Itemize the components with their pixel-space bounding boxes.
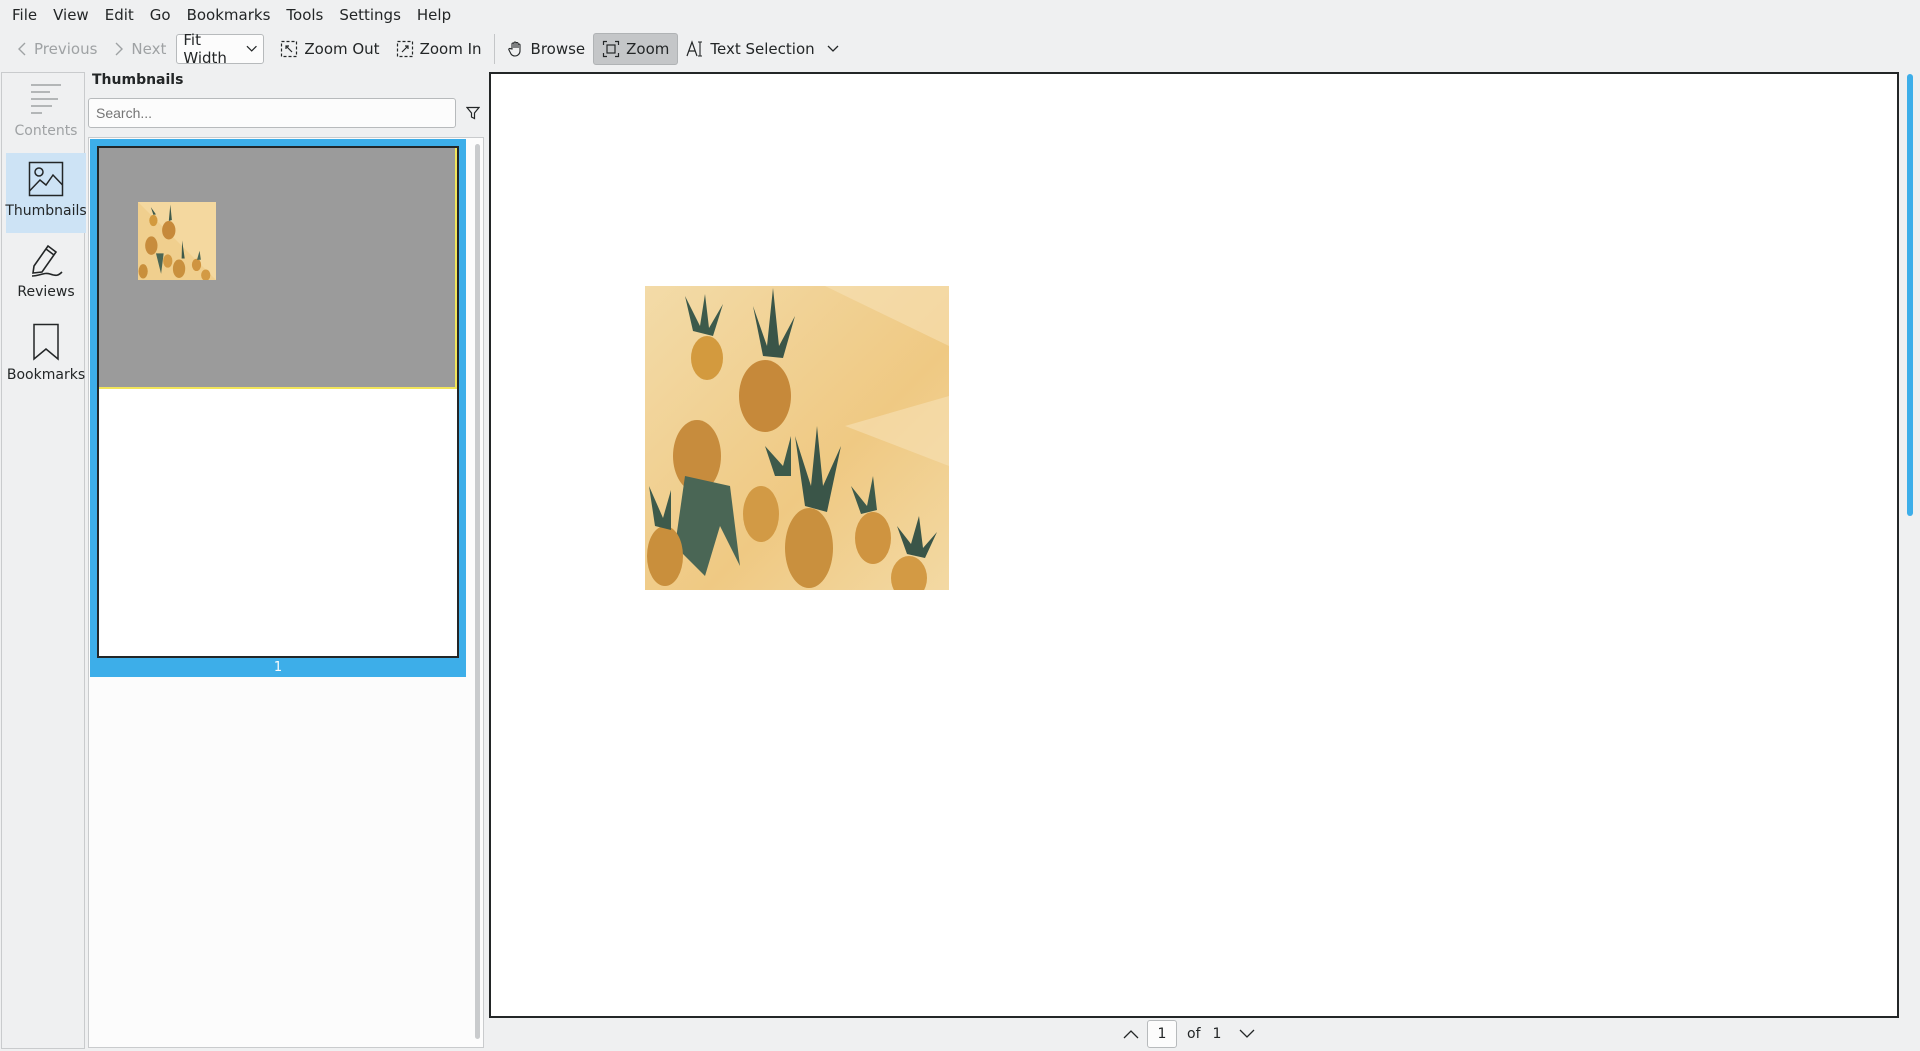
zoom-tool-button[interactable]: Zoom: [593, 33, 679, 65]
total-pages: 1: [1212, 1026, 1222, 1042]
sidebar-tab-label: Bookmarks: [6, 367, 86, 383]
menu-tools[interactable]: Tools: [278, 0, 331, 30]
browse-label: Browse: [530, 40, 586, 58]
toolbar-separator: [493, 34, 495, 64]
page-of-label: of: [1187, 1026, 1201, 1042]
bookmarks-icon: [33, 323, 59, 361]
sidebar-tab-label: Contents: [14, 123, 78, 139]
main-toolbar: Previous Next Fit Width Zoom Out Zoom In…: [0, 31, 1920, 67]
document-page[interactable]: [489, 72, 1899, 1018]
zoom-in-button[interactable]: Zoom In: [388, 33, 490, 65]
document-view[interactable]: 1 of 1: [487, 70, 1920, 1051]
chevron-down-icon: [827, 45, 839, 52]
menubar: File View Edit Go Bookmarks Tools Settin…: [0, 0, 1920, 30]
search-input[interactable]: [88, 98, 456, 128]
menu-bookmarks[interactable]: Bookmarks: [179, 0, 279, 30]
zoom-tool-icon: [603, 40, 620, 58]
panel-title: Thumbnails: [92, 72, 184, 88]
zoom-mode-select[interactable]: Fit Width: [176, 31, 265, 67]
menu-view[interactable]: View: [45, 0, 97, 30]
thumbnail-list: 1: [88, 137, 484, 1048]
previous-label: Previous: [34, 40, 98, 58]
text-selection-label: Text Selection: [710, 40, 815, 58]
zoom-out-icon: [281, 40, 298, 58]
contents-icon: [31, 84, 61, 114]
sidebar-tab-thumbnails[interactable]: Thumbnails: [5, 153, 87, 233]
thumbnails-panel: Thumbnails Search... 1: [86, 70, 486, 1051]
zoom-mode-value: Fit Width: [183, 31, 227, 67]
zoom-out-label: Zoom Out: [304, 40, 380, 58]
chevron-right-icon: [115, 42, 124, 56]
menu-help[interactable]: Help: [409, 0, 459, 30]
thumbnail-image: [138, 202, 216, 280]
thumbnail-page-number: 1: [273, 660, 283, 675]
sidebar-tab-bookmarks[interactable]: Bookmarks: [6, 315, 86, 395]
chevron-up-icon[interactable]: [1123, 1029, 1139, 1039]
zoom-in-icon: [396, 40, 413, 58]
zoom-out-button[interactable]: Zoom Out: [272, 33, 387, 65]
menu-settings[interactable]: Settings: [331, 0, 409, 30]
next-button[interactable]: Next: [105, 33, 174, 65]
zoom-in-label: Zoom In: [419, 40, 482, 58]
zoom-tool-label: Zoom: [626, 40, 670, 58]
sidebar-tab-label: Thumbnails: [5, 203, 87, 219]
current-page-input[interactable]: 1: [1147, 1020, 1177, 1048]
reviews-icon: [31, 244, 63, 277]
sidebar-tab-label: Reviews: [17, 284, 75, 300]
document-scrollbar[interactable]: [1907, 74, 1913, 516]
menu-go[interactable]: Go: [142, 0, 179, 30]
browse-tool-button[interactable]: Browse: [499, 33, 594, 65]
thumbnails-icon: [28, 161, 64, 197]
sidebar-tabs: Contents Thumbnails Reviews Bookmarks: [1, 72, 87, 1049]
thumbnail-page[interactable]: [97, 146, 459, 658]
page-navigation: 1 of 1: [1123, 1019, 1255, 1049]
text-selection-icon: [686, 40, 703, 57]
chevron-left-icon: [18, 42, 26, 56]
chevron-down-icon: [246, 45, 257, 52]
menu-edit[interactable]: Edit: [97, 0, 142, 30]
filter-icon[interactable]: [466, 106, 480, 120]
previous-button[interactable]: Previous: [8, 33, 105, 65]
sidebar-tab-contents[interactable]: Contents: [6, 73, 86, 153]
menu-file[interactable]: File: [4, 0, 45, 30]
chevron-down-icon[interactable]: [1239, 1029, 1255, 1039]
text-selection-tool-button[interactable]: Text Selection: [678, 33, 822, 65]
page-image: [645, 286, 949, 590]
thumbnail-scrollbar[interactable]: [475, 144, 480, 1039]
thumbnail-item[interactable]: 1: [90, 139, 466, 677]
hand-icon: [507, 41, 521, 57]
sidebar-tab-reviews[interactable]: Reviews: [6, 234, 86, 314]
tool-menu-button[interactable]: [823, 33, 849, 65]
next-label: Next: [131, 40, 167, 58]
